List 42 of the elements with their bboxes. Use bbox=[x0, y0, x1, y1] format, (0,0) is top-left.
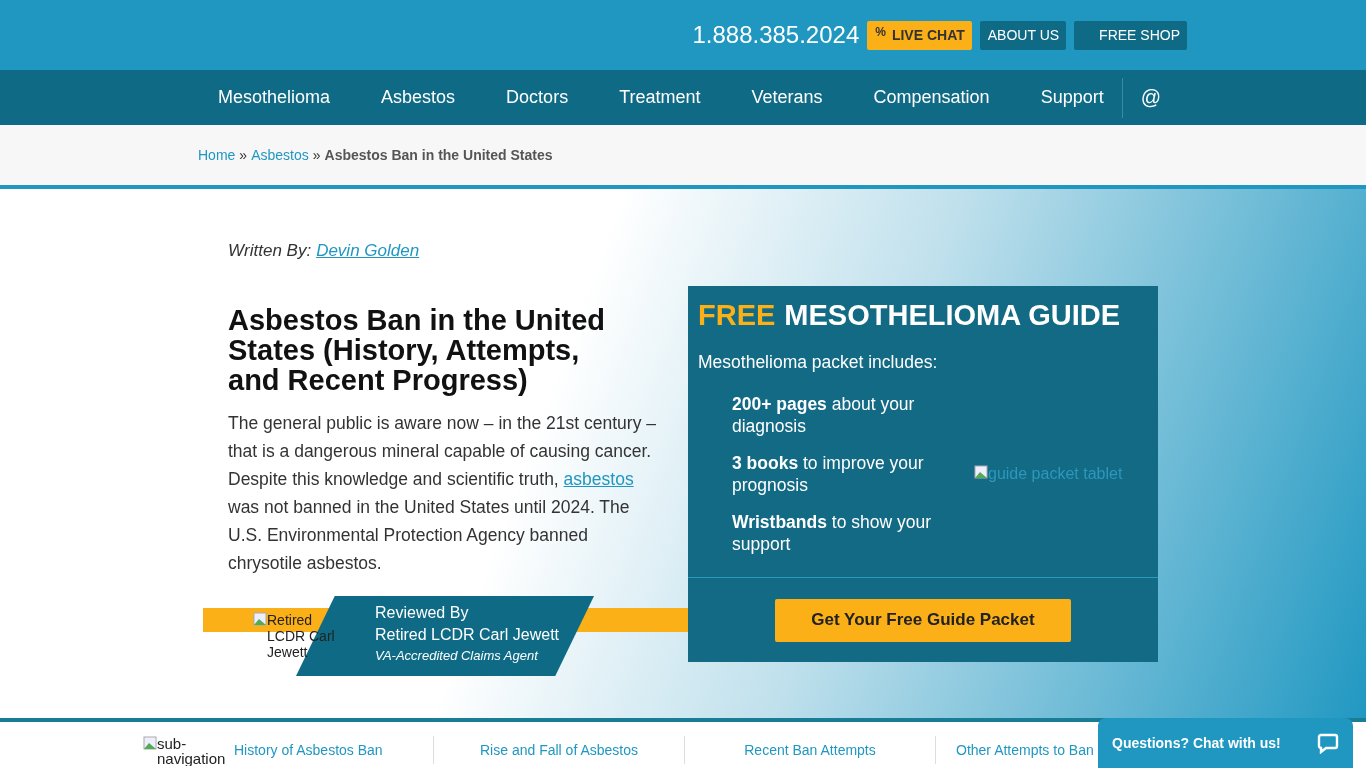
guide-button[interactable]: Get Your Free Guide Packet bbox=[775, 598, 1071, 642]
shop-button[interactable]: FREE SHOP bbox=[1074, 20, 1187, 50]
author-link[interactable]: Devin Golden bbox=[316, 241, 420, 261]
nav-link[interactable]: Veterans bbox=[733, 87, 841, 108]
guide-image-alt: guide packet tablet bbox=[988, 465, 1123, 483]
breadcrumb-link[interactable]: Home bbox=[198, 147, 236, 163]
article-paragraph: The general public is aware now – in the 21st century – that is a dangerous mineral capable of causing cancer. Despite this knowledge and scientific truth, asbestos was not banned in the United States until 2024. The U.S. Environmental Protection Agency banned chrysotile asbestos. bbox=[228, 412, 658, 575]
phone-number[interactable]: 1.888.385.2024 bbox=[692, 21, 860, 49]
article-title: Asbestos Ban in the United States (History, Attempts, and Recent Progress) bbox=[228, 305, 607, 395]
live-chat-button[interactable]: % LIVE CHAT bbox=[867, 20, 972, 50]
nav-link[interactable]: Support bbox=[1022, 87, 1122, 108]
reviewer-name[interactable]: Retired LCDR Carl Jewett bbox=[375, 626, 560, 644]
broken-image-icon bbox=[974, 465, 988, 479]
subnav-link[interactable]: History of Asbestos Ban bbox=[228, 736, 433, 764]
nav-link[interactable]: Treatment bbox=[601, 87, 719, 108]
guide-item: 3 books to improve your prognosis bbox=[732, 452, 925, 496]
guide-title-highlight: FREE bbox=[698, 299, 776, 332]
broken-image-icon bbox=[143, 736, 157, 750]
guide-item: Wristbands to show your support bbox=[732, 511, 933, 555]
guide-title: MESOTHELIOMA GUIDE bbox=[784, 299, 1120, 332]
guide-intro: Mesothelioma packet includes: bbox=[697, 351, 939, 373]
nav-link[interactable]: Asbestos bbox=[363, 87, 474, 108]
nav-link[interactable]: Compensation bbox=[855, 87, 1008, 108]
asbestos-link[interactable]: asbestos bbox=[563, 469, 634, 489]
nav-link[interactable]: Doctors bbox=[488, 87, 587, 108]
breadcrumb-separator: » bbox=[312, 147, 321, 163]
breadcrumb-link[interactable]: Asbestos bbox=[251, 147, 309, 163]
reviewed-by-label: Reviewed By bbox=[375, 604, 470, 622]
chat-widget[interactable]: Questions? Chat with us! bbox=[1098, 718, 1353, 768]
subnav-link[interactable]: Rise and Fall of Asbestos bbox=[433, 736, 684, 764]
guide-item: 200+ pages about your diagnosis bbox=[732, 393, 916, 437]
breadcrumb-current[interactable]: Asbestos Ban in the United States bbox=[324, 147, 553, 163]
breadcrumb-separator: » bbox=[239, 147, 248, 163]
about-button[interactable]: ABOUT US bbox=[979, 20, 1067, 50]
contact-link[interactable]: @ bbox=[1122, 86, 1179, 109]
reviewer-role: VA-Accredited Claims Agent bbox=[375, 648, 540, 663]
chat-bubble-icon bbox=[1317, 732, 1339, 754]
nav-link[interactable]: Mesothelioma bbox=[200, 87, 349, 108]
chat-widget-label: Questions? Chat with us! bbox=[1112, 735, 1281, 751]
byline-label: Written By: bbox=[228, 241, 312, 261]
broken-image-icon bbox=[253, 612, 267, 626]
subnav-link[interactable]: Recent Ban Attempts bbox=[684, 736, 935, 764]
